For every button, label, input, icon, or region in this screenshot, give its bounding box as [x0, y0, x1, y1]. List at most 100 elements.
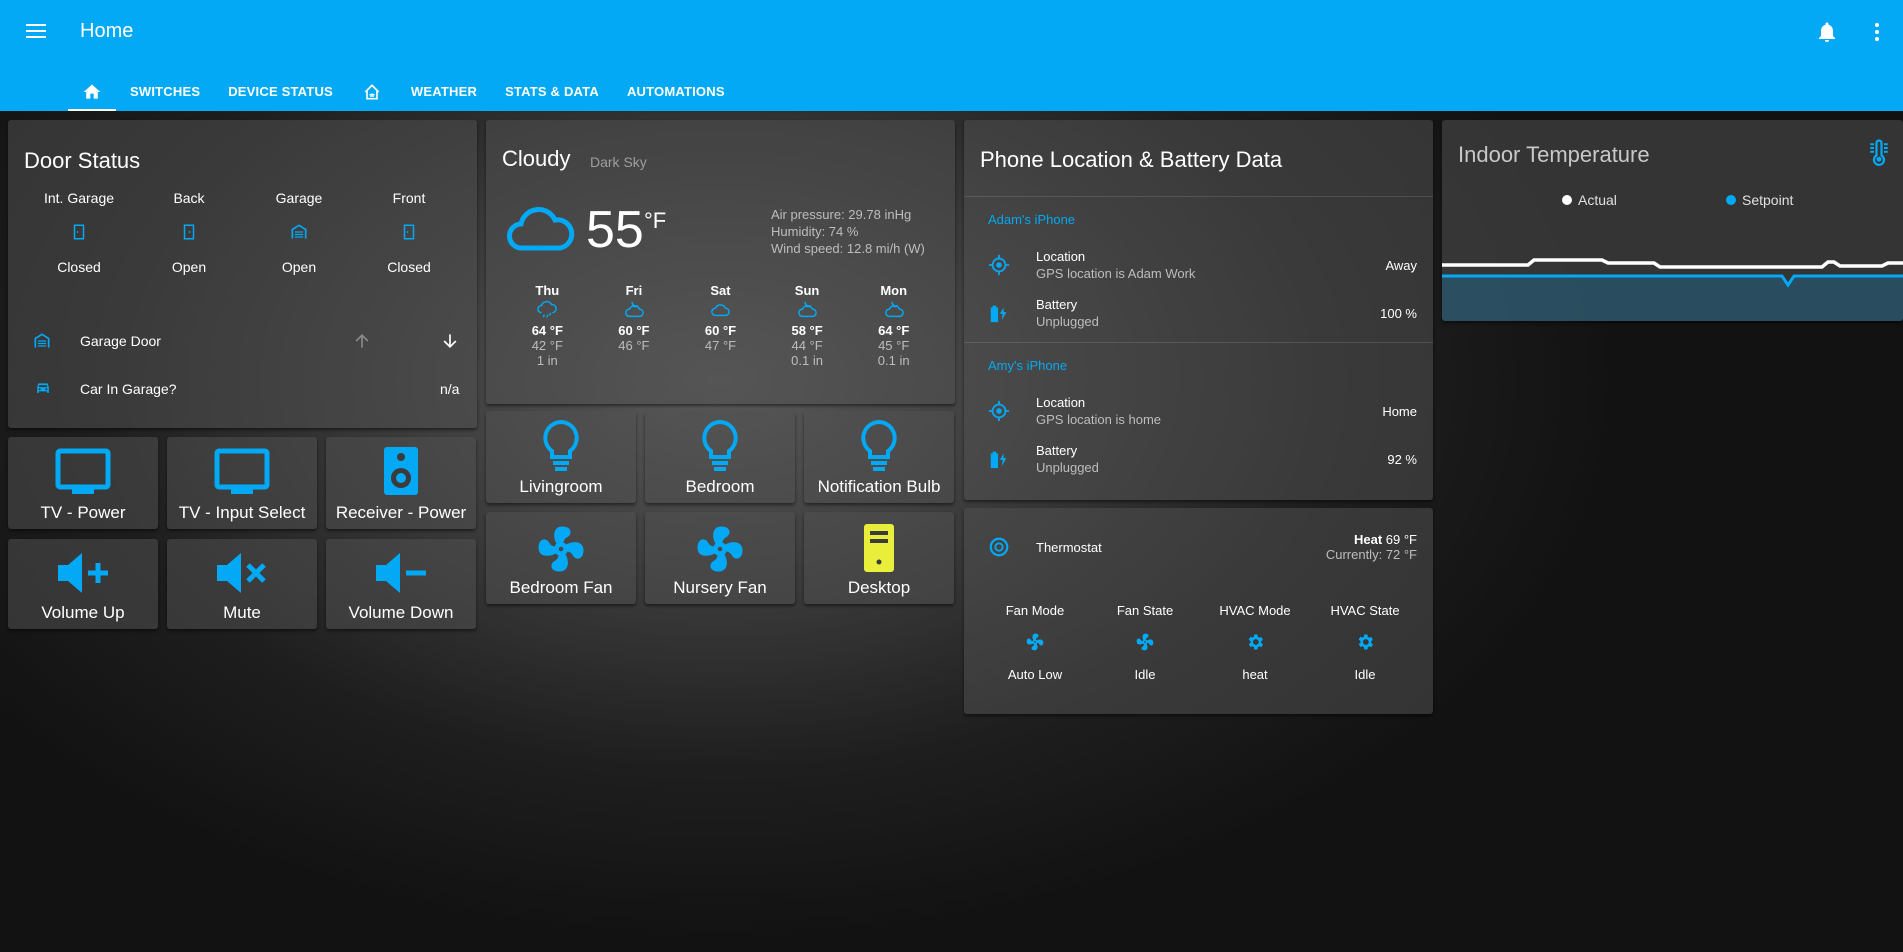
attr-value: Auto Low — [1007, 667, 1063, 682]
door-state: Open — [171, 259, 207, 275]
temperature-history-chart — [1442, 258, 1903, 321]
mute-button[interactable]: Mute — [167, 539, 317, 629]
thermostat-icon — [989, 537, 1009, 557]
cloud-rain-icon — [537, 300, 558, 318]
door-garage[interactable]: Garage Open — [244, 190, 354, 275]
tab-home-automation[interactable] — [347, 72, 397, 111]
tab-stats-data[interactable]: STATS & DATA — [491, 72, 613, 111]
air-pressure: Air pressure: 29.78 inHg — [771, 207, 912, 222]
more-vert-icon[interactable] — [1865, 20, 1889, 44]
volume-up-button[interactable]: Volume Up — [8, 539, 158, 629]
desktop-button[interactable]: Desktop — [804, 512, 954, 604]
weather-card[interactable]: Cloudy Dark Sky 55 °F Air pressure: 29.7… — [486, 120, 955, 404]
page-title: Home — [80, 20, 134, 42]
arrow-up-icon[interactable] — [352, 331, 372, 351]
cloud-icon — [507, 207, 575, 251]
bedroom-fan-button[interactable]: Bedroom Fan — [486, 512, 636, 604]
tab-weather[interactable]: WEATHER — [397, 72, 491, 111]
tab-home[interactable] — [68, 72, 116, 111]
location-label: Location — [1036, 395, 1086, 410]
card-title: Indoor Temperature — [1458, 142, 1650, 167]
location-sub: GPS location is home — [1036, 412, 1162, 427]
wind-speed: Wind speed: 12.8 mi/h (W) — [771, 241, 925, 256]
divider — [964, 196, 1433, 197]
forecast-day: Mon 64 °F 45 °F 0.1 in — [850, 283, 937, 368]
legend-actual: Actual — [1562, 192, 1617, 208]
door-name: Garage — [275, 190, 323, 206]
bulb-icon — [702, 419, 738, 471]
bedroom-light-button[interactable]: Bedroom — [645, 411, 795, 503]
fan-icon — [538, 526, 584, 572]
bell-icon[interactable] — [1815, 20, 1839, 44]
door-closed-icon — [403, 224, 415, 240]
receiver-power-button[interactable]: Receiver - Power — [326, 437, 476, 529]
forecast-low: 46 °F — [618, 338, 650, 353]
notification-bulb-button[interactable]: Notification Bulb — [804, 411, 954, 503]
volume-plus-icon — [58, 553, 108, 593]
current-temp: Currently: 72 °F — [1325, 547, 1417, 562]
nursery-fan-button[interactable]: Nursery Fan — [645, 512, 795, 604]
tv-icon — [214, 448, 270, 494]
weather-condition: Cloudy — [502, 146, 571, 171]
location-sub: GPS location is Adam Work — [1036, 266, 1196, 281]
crosshairs-gps-icon — [988, 254, 1010, 276]
fan-icon — [697, 526, 743, 572]
garage-door-label: Garage Door — [80, 333, 161, 349]
forecast-day: Sun 58 °F 44 °F 0.1 in — [764, 283, 851, 368]
attr-name: HVAC State — [1330, 603, 1400, 618]
thermostat-card[interactable]: Thermostat Heat 69 °F Currently: 72 °F F… — [964, 508, 1433, 714]
app-header: Home SWITCHES DEVICE STATUS WEATHER STAT… — [0, 0, 1903, 111]
bulb-icon — [861, 419, 897, 471]
door-closed-icon — [73, 224, 85, 240]
door-state: Open — [281, 259, 317, 275]
fan-state-attr: Fan State Idle — [1090, 603, 1200, 682]
door-int-garage[interactable]: Int. Garage Closed — [24, 190, 134, 275]
garage-open-icon — [291, 224, 307, 239]
location-label: Location — [1036, 249, 1086, 264]
door-name: Front — [392, 190, 426, 206]
device-name: Adam's iPhone — [988, 212, 1076, 227]
tv-input-select-button[interactable]: TV - Input Select — [167, 437, 317, 529]
tab-switches[interactable]: SWITCHES — [116, 72, 214, 111]
button-label: Mute — [223, 603, 261, 622]
tv-power-button[interactable]: TV - Power — [8, 437, 158, 529]
forecast-low: 45 °F — [878, 338, 910, 353]
arrow-down-icon[interactable] — [440, 331, 460, 351]
livingroom-light-button[interactable]: Livingroom — [486, 411, 636, 503]
thermostat-label: Thermostat — [1036, 540, 1102, 555]
tab-device-status[interactable]: DEVICE STATUS — [214, 72, 347, 111]
tab-automations[interactable]: AUTOMATIONS — [613, 72, 739, 111]
forecast-precip: 0.1 in — [877, 353, 910, 368]
forecast-day-name: Mon — [880, 283, 908, 298]
legend-label: Actual — [1578, 192, 1617, 208]
forecast-day: Thu 64 °F 42 °F 1 in — [504, 283, 591, 368]
speaker-icon — [384, 447, 418, 495]
forecast-high: 64 °F — [878, 323, 910, 338]
fan-icon — [1026, 633, 1044, 651]
forecast-low: 42 °F — [531, 338, 563, 353]
button-label: TV - Input Select — [178, 503, 306, 522]
car-in-garage-value: n/a — [440, 381, 460, 397]
setpoint-area — [1442, 276, 1903, 321]
home-automation-icon — [364, 83, 380, 99]
menu-icon[interactable] — [22, 20, 50, 44]
indoor-temperature-card[interactable]: Indoor Temperature Actual Setpoint — [1442, 120, 1903, 321]
partly-cloudy-night-icon — [884, 301, 904, 318]
button-label: Volume Down — [348, 603, 454, 622]
phone-card: Phone Location & Battery Data Adam's iPh… — [964, 120, 1433, 500]
legend-marker-setpoint — [1726, 195, 1736, 205]
door-name: Int. Garage — [43, 190, 115, 206]
forecast-high: 64 °F — [531, 323, 563, 338]
forecast-low: 47 °F — [704, 338, 737, 353]
door-back[interactable]: Back Open — [134, 190, 244, 275]
volume-down-button[interactable]: Volume Down — [326, 539, 476, 629]
forecast-day: Sat 60 °F 47 °F — [677, 283, 764, 368]
bulb-icon — [543, 419, 579, 471]
attr-value: Idle — [1134, 667, 1156, 682]
attr-name: Fan Mode — [1005, 603, 1065, 618]
door-name: Back — [173, 190, 205, 206]
gear-icon — [1358, 634, 1373, 650]
door-front[interactable]: Front Closed — [354, 190, 464, 275]
forecast-day-name: Sat — [710, 283, 731, 298]
button-label: Livingroom — [519, 477, 603, 496]
